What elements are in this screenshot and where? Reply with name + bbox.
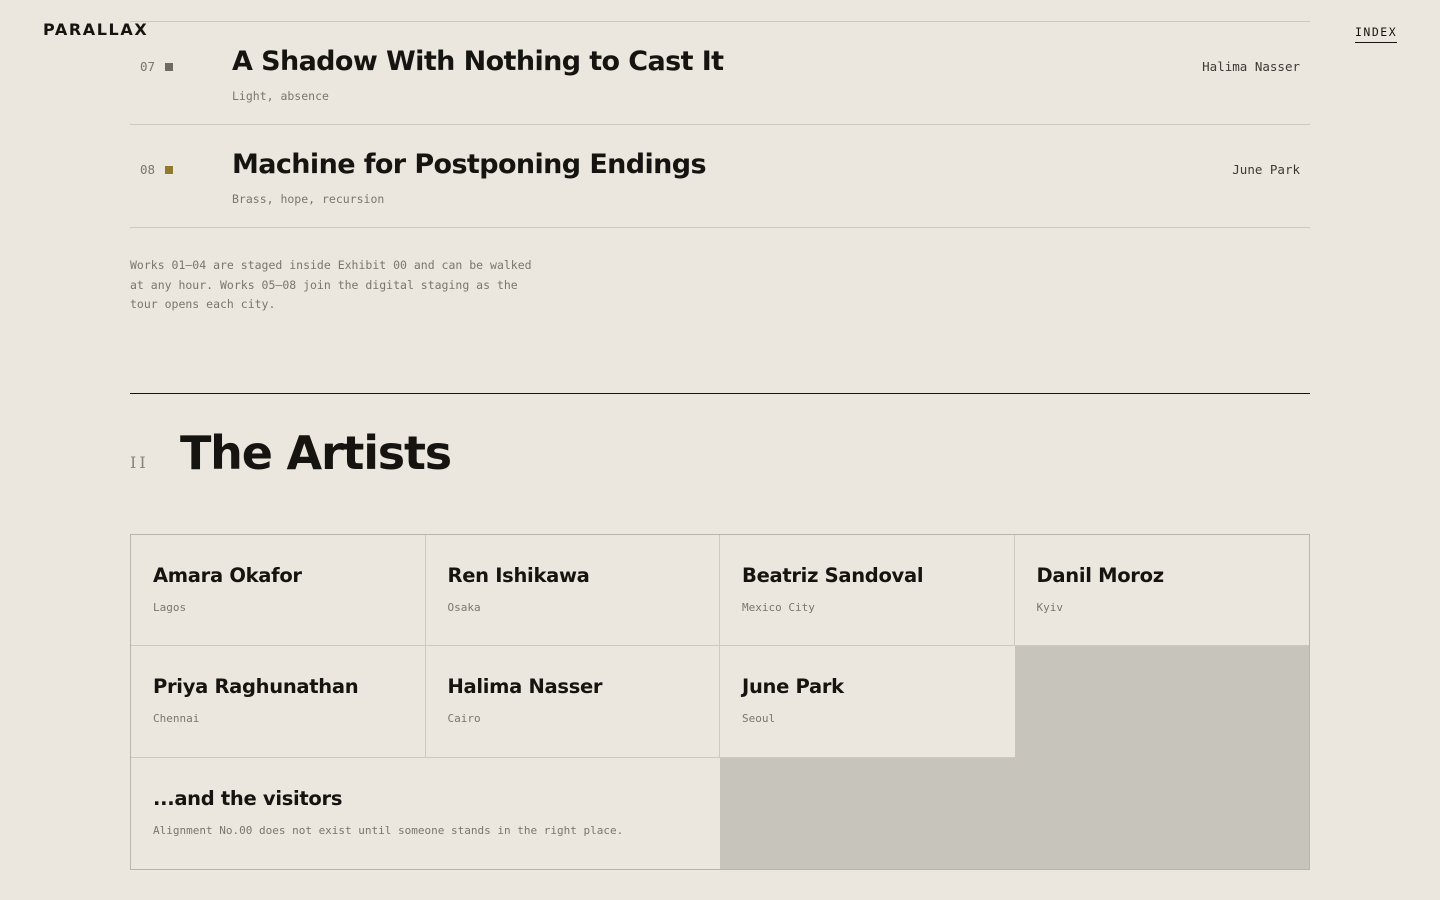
grid-empty-cell (720, 758, 1309, 869)
section-number: II (130, 453, 149, 472)
nav-index-link[interactable]: INDEX (1355, 25, 1398, 43)
artist-card[interactable]: June Park Seoul (720, 646, 1015, 758)
grid-empty-cell (1015, 646, 1310, 757)
artist-card[interactable]: Amara Okafor Lagos (131, 535, 426, 647)
artist-city: Cairo (447, 712, 481, 726)
artist-card[interactable]: Beatriz Sandoval Mexico City (720, 535, 1015, 647)
section-title: The Artists (180, 426, 452, 480)
work-title[interactable]: Machine for Postponing Endings (232, 148, 707, 182)
work-number: 07 (140, 59, 156, 74)
artist-card[interactable]: Ren Ishikawa Osaka (425, 535, 720, 647)
artist-city: Kyiv (1036, 601, 1064, 614)
artist-name: Halima Nasser (447, 675, 603, 699)
work-status-square-icon (165, 63, 173, 71)
section-divider (130, 393, 1310, 394)
artists-grid: Amara Okafor Lagos Ren Ishikawa Osaka Be… (130, 534, 1310, 870)
visitors-title: ...and the visitors (153, 786, 343, 810)
artist-city: Mexico City (742, 601, 815, 614)
artist-name: Ren Ishikawa (447, 564, 590, 587)
works-list: 07 A Shadow With Nothing to Cast It Ligh… (130, 21, 1310, 228)
visitors-card: ...and the visitors Alignment No.00 does… (131, 757, 720, 869)
artist-name: June Park (742, 675, 844, 699)
artist-name: Beatriz Sandoval (742, 564, 924, 587)
visitors-text: Alignment No.00 does not exist until som… (153, 823, 624, 837)
artist-card[interactable]: Danil Moroz Kyiv (1014, 535, 1309, 647)
work-tags: Brass, hope, recursion (232, 192, 385, 206)
works-note: Works 01–04 are staged inside Exhibit 00… (130, 258, 532, 311)
work-number: 08 (140, 162, 156, 177)
artist-name: Amara Okafor (153, 564, 302, 587)
work-tags: Light, absence (232, 89, 329, 103)
artist-card[interactable]: Halima Nasser Cairo (425, 646, 720, 758)
artist-city: Lagos (153, 601, 187, 614)
artist-name: Priya Raghunathan (153, 675, 359, 699)
work-row[interactable]: 08 Machine for Postponing Endings Brass,… (130, 124, 1310, 228)
artist-city: Osaka (447, 601, 481, 614)
artist-card[interactable]: Priya Raghunathan Chennai (131, 646, 426, 758)
artist-city: Chennai (153, 712, 200, 726)
work-artist[interactable]: June Park (1232, 163, 1300, 177)
artist-city: Seoul (742, 712, 776, 726)
artist-name: Danil Moroz (1036, 564, 1165, 587)
work-status-square-icon (165, 166, 173, 174)
work-title[interactable]: A Shadow With Nothing to Cast It (232, 45, 724, 79)
work-artist[interactable]: Halima Nasser (1202, 60, 1300, 74)
page: PARALLAX INDEX 07 A Shadow With Nothing … (0, 0, 1440, 900)
work-row[interactable]: 07 A Shadow With Nothing to Cast It Ligh… (130, 21, 1310, 124)
